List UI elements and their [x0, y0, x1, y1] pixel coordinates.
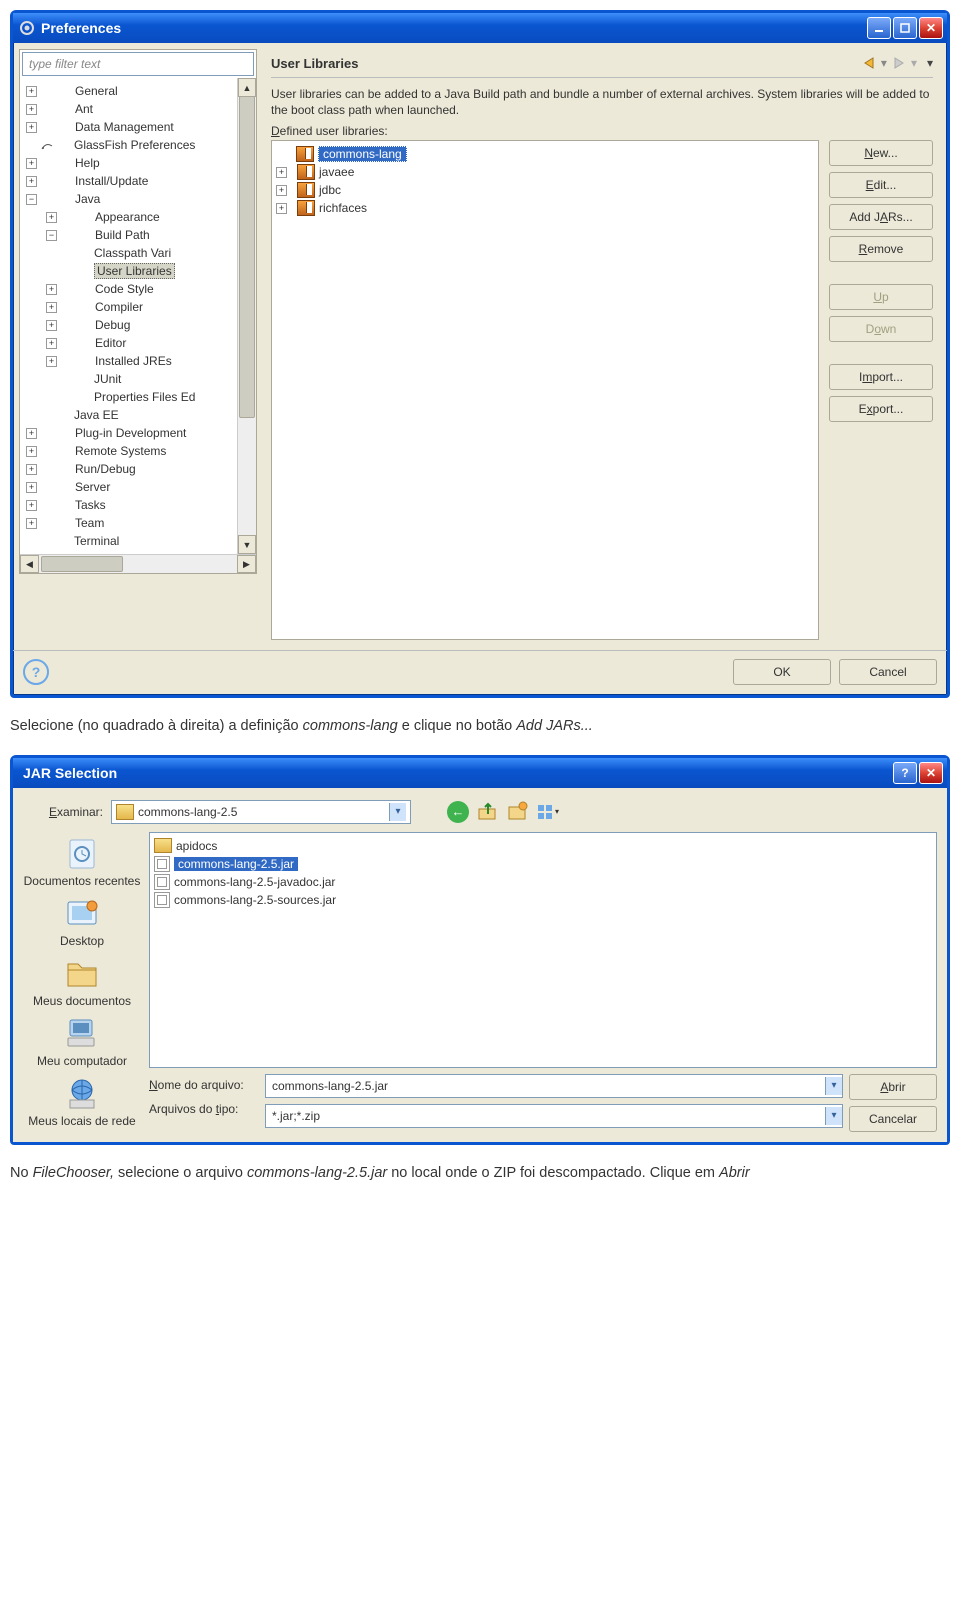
open-button[interactable]: Abrir [849, 1074, 937, 1100]
place-network[interactable]: Meus locais de rede [23, 1076, 141, 1128]
tree-selected[interactable]: User Libraries [94, 263, 175, 279]
folder-icon [116, 804, 134, 820]
help-button[interactable]: ? [893, 762, 917, 784]
lib-selected[interactable]: commons-lang [318, 146, 407, 162]
place-my-computer[interactable]: Meu computador [23, 1016, 141, 1068]
preferences-window: Preferences ✕ type filter text +General … [10, 10, 950, 698]
place-my-documents[interactable]: Meus documentos [23, 956, 141, 1008]
filter-input[interactable]: type filter text [22, 52, 254, 76]
detail-description: User libraries can be added to a Java Bu… [271, 78, 933, 122]
close-button[interactable]: ✕ [919, 762, 943, 784]
caption-1: Selecione (no quadrado à direita) a defi… [10, 716, 950, 736]
library-icon [296, 146, 314, 162]
filename-combo[interactable]: commons-lang-2.5.jar▾ [265, 1074, 843, 1098]
maximize-button[interactable] [893, 17, 917, 39]
up-button: Up [829, 284, 933, 310]
menu-arrow-icon[interactable]: ▾ [927, 56, 933, 70]
defined-libraries-label: Defined user libraries: [271, 122, 933, 140]
caption-2: No FileChooser, selecione o arquivo comm… [10, 1163, 950, 1183]
view-menu-icon[interactable]: ▾ [537, 801, 559, 823]
add-jars-button[interactable]: Add JARs... [829, 204, 933, 230]
titlebar[interactable]: JAR Selection ? ✕ [13, 758, 947, 788]
new-button[interactable]: New... [829, 140, 933, 166]
filetype-combo[interactable]: *.jar;*.zip▾ [265, 1104, 843, 1128]
glassfish-icon [40, 138, 56, 152]
remove-button[interactable]: Remove [829, 236, 933, 262]
export-button[interactable]: Export... [829, 396, 933, 422]
detail-panel: User Libraries ▾ ▾ ▾ User libraries can … [263, 49, 941, 644]
place-recent-documents[interactable]: Documentos recentes [23, 836, 141, 888]
file-selected[interactable]: commons-lang-2.5.jar [174, 857, 298, 871]
window-title: JAR Selection [23, 765, 117, 781]
scroll-up-arrow[interactable]: ▲ [238, 78, 256, 97]
close-button[interactable]: ✕ [919, 17, 943, 39]
minimize-button[interactable] [867, 17, 891, 39]
edit-button[interactable]: Edit... [829, 172, 933, 198]
filetype-label: Arquivos do tipo: [149, 1102, 259, 1116]
tree-hscroll[interactable]: ◀ ▶ [20, 554, 256, 573]
dropdown-arrow-icon[interactable]: ▾ [825, 1077, 842, 1095]
titlebar[interactable]: Preferences ✕ [13, 13, 947, 43]
file-list[interactable]: apidocs commons-lang-2.5.jar commons-lan… [149, 832, 937, 1068]
cancel-button[interactable]: Cancel [839, 659, 937, 685]
forward-icon [889, 55, 909, 71]
scroll-right-arrow[interactable]: ▶ [237, 555, 256, 573]
examinar-label: Examinar: [23, 805, 103, 819]
down-button: Down [829, 316, 933, 342]
jar-selection-window: JAR Selection ? ✕ Examinar: commons-lang… [10, 755, 950, 1145]
tree-vscroll[interactable]: ▲ ▼ [237, 78, 256, 554]
sidebar: type filter text +General +Ant +Data Man… [19, 49, 257, 574]
user-libraries-list[interactable]: commons-lang +javaee +jdbc +richfaces [271, 140, 819, 640]
back-icon[interactable] [859, 55, 879, 71]
place-desktop[interactable]: Desktop [23, 896, 141, 948]
back-icon[interactable]: ← [447, 801, 469, 823]
preferences-tree[interactable]: +General +Ant +Data Management GlassFish… [20, 78, 237, 554]
places-bar: Documentos recentes Desktop Meus documen… [23, 832, 141, 1132]
dropdown-arrow-icon[interactable]: ▾ [389, 803, 406, 821]
import-button[interactable]: Import... [829, 364, 933, 390]
window-title: Preferences [41, 20, 121, 36]
folder-icon [154, 838, 172, 853]
filename-label: Nome do arquivo: [149, 1078, 259, 1092]
scroll-left-arrow[interactable]: ◀ [20, 555, 39, 573]
up-folder-icon[interactable] [477, 801, 499, 823]
lookin-combo[interactable]: commons-lang-2.5 ▾ [111, 800, 411, 824]
new-folder-icon[interactable] [507, 801, 529, 823]
dropdown-arrow-icon[interactable]: ▾ [825, 1107, 842, 1125]
gear-icon [19, 20, 35, 36]
detail-title: User Libraries [271, 56, 857, 71]
expand-icon[interactable]: + [26, 86, 37, 97]
cancel-button[interactable]: Cancelar [849, 1106, 937, 1132]
jar-icon [154, 856, 170, 872]
help-icon[interactable]: ? [23, 659, 49, 685]
scroll-down-arrow[interactable]: ▼ [238, 535, 256, 554]
dialog-footer: ? OK Cancel [13, 650, 947, 695]
ok-button[interactable]: OK [733, 659, 831, 685]
